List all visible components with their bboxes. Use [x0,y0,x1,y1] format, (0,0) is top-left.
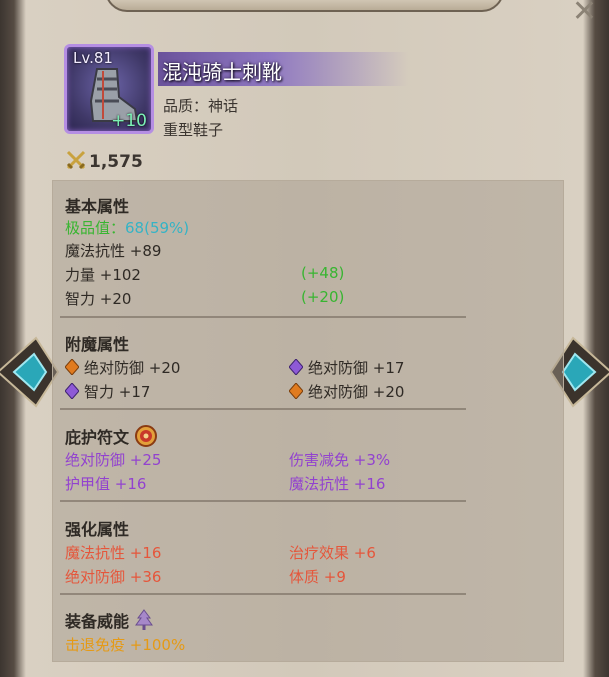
orange-gem-icon [289,383,303,399]
item-icon: Lv.81 +10 [64,44,154,134]
enchant-stat: 绝对防御 +20 [289,381,404,402]
enchant-stat: 绝对防御 +17 [289,357,404,378]
excellence-label: 极品值： [65,219,126,237]
purple-gem-icon [65,383,79,399]
close-icon[interactable]: ✕ [572,0,597,29]
rune-stat: 伤害减免 +3% [289,451,391,469]
basic-stat-bonus: (+20) [301,288,345,306]
orange-gem-icon [65,359,79,375]
basic-stat-bonus: (+48) [301,264,345,282]
frame-top-ornament [105,0,504,12]
power-score: 1,575 [66,150,143,172]
excellence-value: 68(59%) [125,219,190,237]
item-enhance-level: +10 [111,111,147,131]
rune-stat: 护甲值 +16 [65,475,147,493]
basic-stat: 魔法抗性 +89 [65,242,162,260]
divider [60,500,466,502]
tree-icon [134,609,153,630]
reinforce-stat: 魔法抗性 +16 [65,544,162,562]
power-value: 1,575 [89,152,143,172]
item-level: Lv.81 [73,49,113,67]
rune-stat: 魔法抗性 +16 [289,475,386,493]
reinforce-stat: 绝对防御 +36 [65,568,162,586]
enchant-section-title: 附魔属性 [65,335,130,354]
enchant-stat: 智力 +17 [65,381,150,402]
reinforce-section-title: 强化属性 [65,520,130,539]
enchant-stat: 绝对防御 +20 [65,357,180,378]
reinforce-stat: 治疗效果 +6 [289,544,376,562]
reinforce-stat: 体质 +9 [289,568,346,586]
divider [60,316,466,318]
divider [60,593,466,595]
rune-stat: 绝对防御 +25 [65,451,162,469]
rune-section-title: 庇护符文 [65,424,157,448]
basic-section-title: 基本属性 [65,197,130,216]
power-ability-stat: 击退免疫 +100% [65,636,186,654]
purple-gem-icon [289,359,303,375]
excellence-line: 极品值：68(59%) [65,217,189,238]
rune-badge-icon[interactable] [134,425,157,447]
item-name: 混沌骑士刺靴 [162,60,282,84]
basic-stat: 智力 +20 [65,290,132,308]
item-quality: 品质：神话 [163,97,239,115]
crossed-swords-icon [66,150,86,170]
basic-stat: 力量 +102 [65,266,141,284]
divider [60,408,466,410]
power-ability-section-title: 装备威能 [65,608,153,632]
item-type: 重型鞋子 [163,121,224,139]
